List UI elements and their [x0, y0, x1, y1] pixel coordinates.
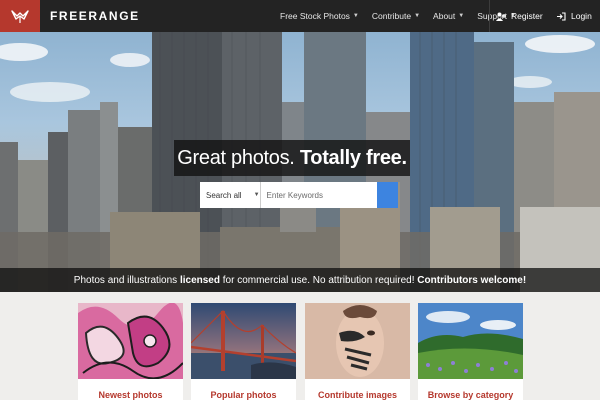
- chevron-down-icon: ▼: [458, 13, 465, 19]
- card-browse-by-category[interactable]: Browse by category: [418, 303, 523, 400]
- register-label: Register: [511, 11, 543, 21]
- nav-item-contribute[interactable]: Contribute ▼: [372, 11, 420, 21]
- strip-text-licensed[interactable]: licensed: [180, 275, 220, 286]
- nav-divider: [489, 0, 490, 32]
- tagline-bold: Totally free.: [299, 146, 407, 169]
- field-image: [418, 303, 523, 379]
- chevron-down-icon: ▼: [414, 13, 421, 19]
- search-input[interactable]: [260, 182, 377, 208]
- nav-item-free-stock-photos[interactable]: Free Stock Photos ▼: [280, 11, 359, 21]
- strip-text-2: for commercial use. No attribution requi…: [219, 274, 418, 286]
- graffiti-image: [78, 303, 183, 379]
- nav-item-label: About: [433, 11, 456, 21]
- info-strip: Photos and illustrations licensed for co…: [0, 268, 600, 292]
- strip-text-contributors[interactable]: Contributors welcome!: [417, 275, 526, 286]
- search-button[interactable]: [200, 182, 398, 208]
- strip-text-1: Photos and illustrations: [73, 274, 180, 286]
- face-paint-image: [305, 303, 410, 379]
- login-label: Login: [571, 11, 592, 21]
- nav-item-label: Free Stock Photos: [280, 11, 350, 21]
- search-scope-label: Search all: [206, 190, 242, 200]
- card-popular-photos[interactable]: Popular photos: [191, 303, 296, 400]
- tagline-banner: Great photos. Totally free.: [174, 140, 410, 176]
- card-newest-photos[interactable]: Newest photos: [78, 303, 183, 400]
- logo[interactable]: [0, 0, 40, 32]
- register-link[interactable]: Register: [496, 0, 543, 32]
- card-contribute-images[interactable]: Contribute images: [305, 303, 410, 400]
- nav-item-about[interactable]: About ▼: [433, 11, 464, 21]
- tagline-regular: Great photos.: [177, 146, 295, 169]
- login-link[interactable]: Login: [556, 0, 592, 32]
- chevron-down-icon: ▼: [253, 192, 260, 198]
- sign-in-icon: [556, 11, 566, 21]
- card-label: Contribute images: [317, 390, 397, 400]
- card-label: Browse by category: [427, 390, 514, 400]
- nav-item-label: Contribute: [371, 11, 412, 21]
- main-nav: Free Stock Photos ▼ Contribute ▼ About ▼ Su…: [280, 0, 529, 32]
- card-label: Popular photos: [210, 390, 277, 400]
- bird-logo-icon: [11, 10, 29, 23]
- info-strip-text: Photos and illustrations licensed for co…: [74, 275, 526, 286]
- search-bar: Search all ▼: [200, 182, 398, 208]
- tagline: Great photos. Totally free.: [177, 146, 407, 170]
- chevron-down-icon: ▼: [352, 13, 359, 19]
- search-icon: [200, 182, 211, 193]
- card-label: Newest photos: [98, 390, 163, 400]
- hero-banner: Great photos. Totally free. Search all ▼…: [0, 32, 600, 292]
- bridge-image: [191, 303, 296, 379]
- top-navigation-bar: FREERANGE Free Stock Photos ▼ Contribute ▼…: [0, 0, 600, 32]
- user-plus-icon: [496, 12, 506, 21]
- brand-name[interactable]: FREERANGE: [50, 9, 140, 23]
